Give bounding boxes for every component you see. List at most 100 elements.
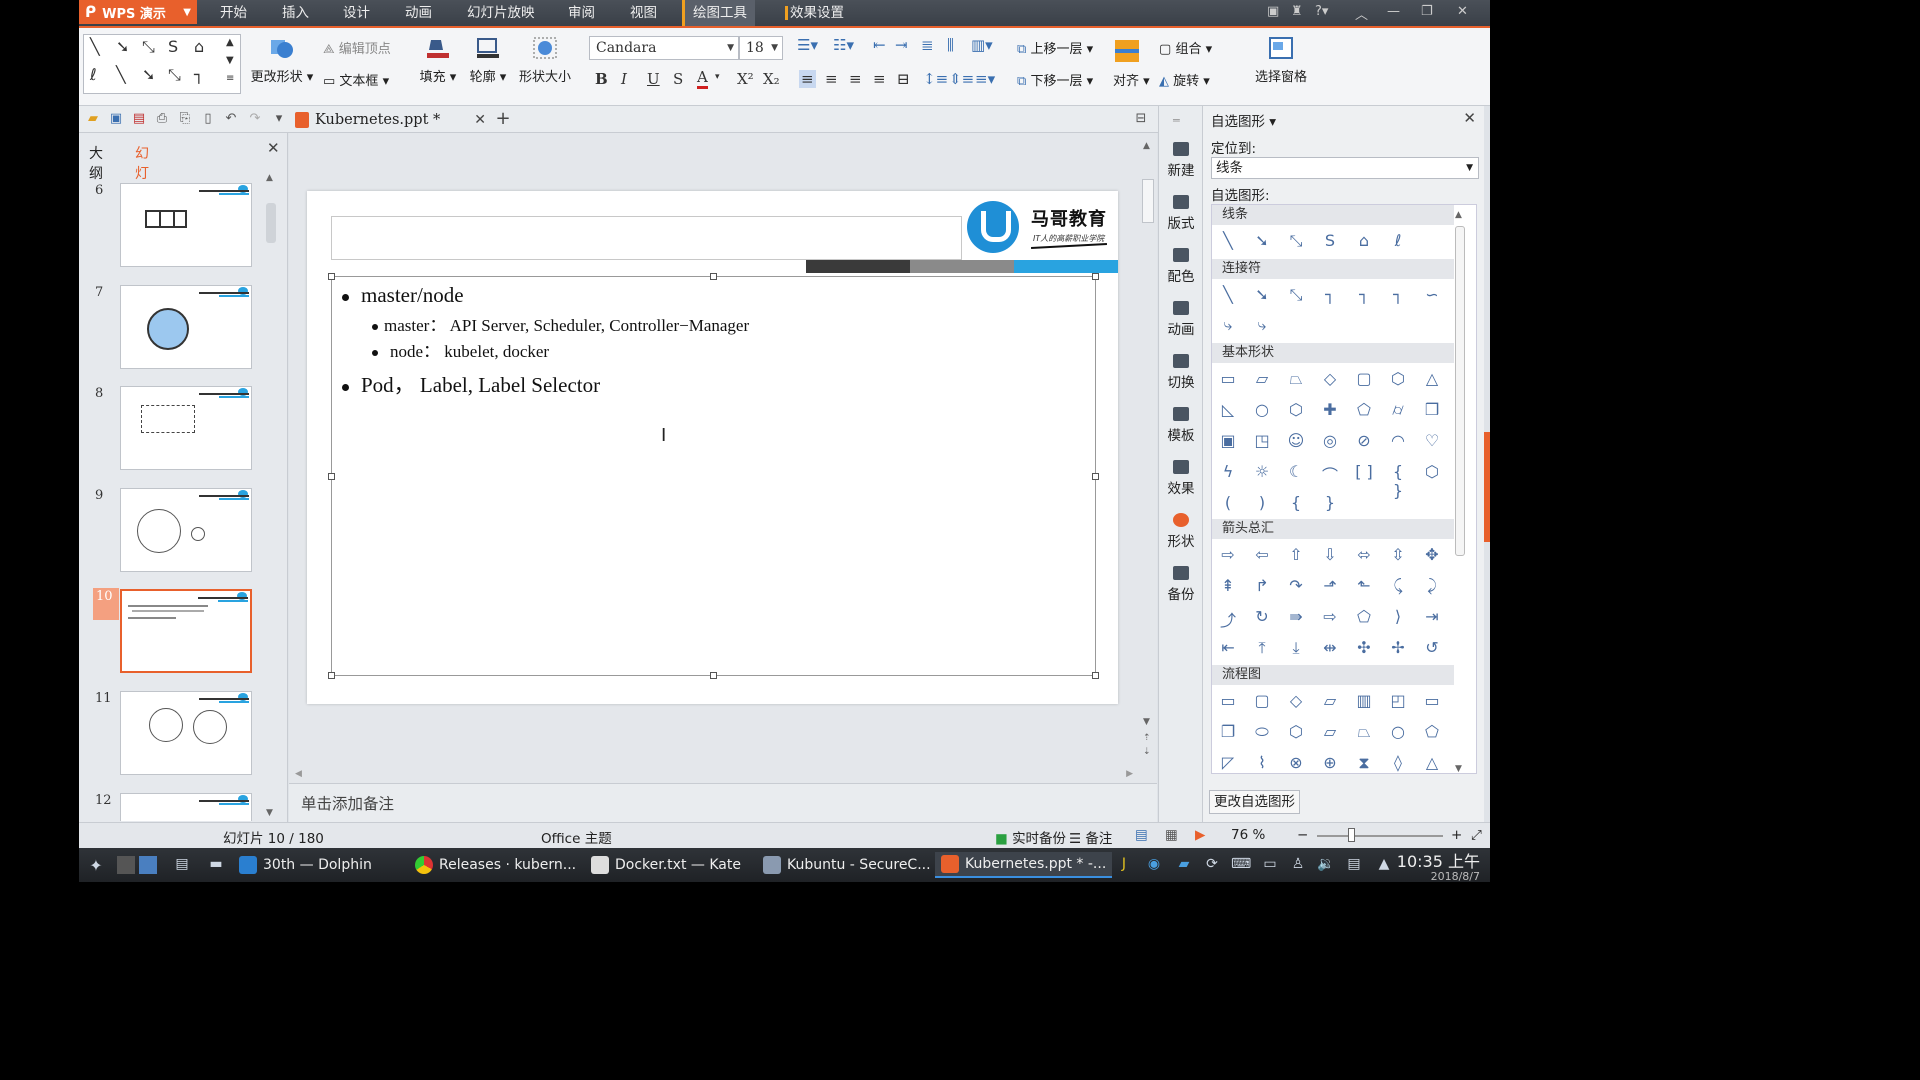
menu-drawing-tools[interactable]: 绘图工具 <box>682 0 755 26</box>
decrease-indent-icon[interactable]: ⇤ <box>873 36 886 54</box>
resize-handle[interactable] <box>710 273 717 280</box>
scroll-thumb[interactable] <box>1142 179 1154 223</box>
shapes-scrollbar[interactable]: ▲ ▼ <box>1453 206 1467 774</box>
prev-slide-icon[interactable]: ⇡ <box>1143 733 1151 743</box>
user-tray-icon[interactable]: ♙ <box>1289 856 1307 874</box>
align-right-icon[interactable]: ≡ <box>849 70 862 88</box>
striped-right-arrow-icon[interactable]: ⇛ <box>1284 607 1308 626</box>
volume-tray-icon[interactable]: 🔉 <box>1317 856 1335 874</box>
straight-connector-icon[interactable]: ╲ <box>1216 285 1240 304</box>
gallery-up-icon[interactable]: ▲ <box>226 37 234 48</box>
bullet-item[interactable]: master/node <box>342 283 464 308</box>
flow-alt-process-icon[interactable]: ▢ <box>1250 691 1274 710</box>
left-callout-icon[interactable]: ⇤ <box>1216 638 1240 657</box>
arc-icon[interactable]: ◠ <box>1386 431 1410 450</box>
clock[interactable]: 10:35 上午 2018/8/7 <box>1397 848 1480 882</box>
bring-forward-button[interactable]: ⧉ 上移一层 ▾ <box>1017 38 1093 57</box>
flow-data-icon[interactable]: ▱ <box>1318 691 1342 710</box>
resize-handle[interactable] <box>1092 473 1099 480</box>
align-center-icon[interactable]: ≡ <box>825 70 838 88</box>
increase-indent-icon[interactable]: ⇥ <box>895 36 908 54</box>
flow-punched-tape-icon[interactable]: ⌇ <box>1250 753 1274 772</box>
zoom-in-icon[interactable]: + <box>1451 827 1462 843</box>
slide-thumbnail[interactable] <box>120 183 252 267</box>
tray-expand-icon[interactable]: ▲ <box>1375 856 1393 874</box>
flow-decision-icon[interactable]: ◇ <box>1284 691 1308 710</box>
redo-icon[interactable]: ↷ <box>247 111 263 127</box>
scroll-right-icon[interactable]: ▶ <box>1126 769 1133 779</box>
network-tray-icon[interactable]: ▭ <box>1261 856 1279 874</box>
open-folder-icon[interactable]: ▰ <box>85 111 101 127</box>
curved-right-arrow-icon[interactable]: ⤹ <box>1386 576 1410 596</box>
shadow-button[interactable]: S <box>673 70 683 88</box>
line-icon[interactable]: ╲ <box>1216 231 1240 250</box>
task-securecrt[interactable]: Kubuntu - SecureC... <box>763 852 931 878</box>
menu-insert[interactable]: 插入 <box>282 0 309 26</box>
font-size-select[interactable]: 18 ▼ <box>739 36 783 60</box>
panel-toggle-icon[interactable]: ⊟ <box>1133 111 1149 127</box>
subscript-button[interactable]: X₂ <box>763 70 780 88</box>
notes-pane[interactable]: 单击添加备注 <box>289 783 1157 822</box>
spacing-options-icon[interactable]: ≡▾ <box>975 70 995 88</box>
left-right-callout-icon[interactable]: ⇹ <box>1318 638 1342 657</box>
menu-design[interactable]: 设计 <box>343 0 370 26</box>
left-bracket-icon[interactable]: ( <box>1216 493 1240 512</box>
curved-down-arrow-icon[interactable]: ↻ <box>1250 607 1274 626</box>
resize-handle[interactable] <box>328 473 335 480</box>
flow-multidocument-icon[interactable]: ❐ <box>1216 722 1240 741</box>
flow-summing-junction-icon[interactable]: ⊗ <box>1284 753 1308 772</box>
change-autoshape-button[interactable]: 更改自选图形 <box>1209 790 1300 814</box>
new-tab-icon[interactable]: + <box>495 110 511 128</box>
task-dolphin[interactable]: 30th — Dolphin <box>239 852 372 878</box>
selection-pane-button[interactable]: 选择窗格 <box>1249 36 1313 85</box>
canvas-hscrollbar[interactable]: ◀ ▶ <box>289 769 1139 781</box>
zoom-level[interactable]: 76 % <box>1231 827 1265 843</box>
line-spacing-icon[interactable]: ↕≡ <box>923 70 948 88</box>
group-button[interactable]: ▢ 组合 ▾ <box>1159 38 1212 57</box>
connector-double-icon[interactable]: ⤡ <box>168 65 181 85</box>
quad-arrow-icon[interactable]: ✥ <box>1420 545 1444 564</box>
outline-button[interactable]: 轮廓 ▾ <box>465 36 511 85</box>
show-desktop-icon[interactable]: ▬ <box>207 856 225 874</box>
minimize-icon[interactable]: — <box>1387 4 1400 19</box>
flow-predefined-icon[interactable]: ▥ <box>1352 691 1376 710</box>
flow-manual-operation-icon[interactable]: ⏢ <box>1352 722 1376 742</box>
flow-collate-icon[interactable]: ⧗ <box>1352 753 1376 773</box>
font-color-button[interactable]: A <box>697 68 708 89</box>
collapse-icon[interactable]: ︿ <box>1355 4 1368 23</box>
curved-left-arrow-icon[interactable]: ⤸ <box>1420 576 1444 596</box>
flow-manual-input-icon[interactable]: ⏥ <box>1318 722 1342 741</box>
curve-icon[interactable]: S <box>1318 231 1342 250</box>
scroll-up-icon[interactable]: ▲ <box>1455 210 1462 220</box>
trapezoid-icon[interactable]: ⏢ <box>1284 369 1308 389</box>
side-layout-button[interactable]: 版式 <box>1159 195 1203 232</box>
bullet-item[interactable]: master： API Server, Scheduler, Controlle… <box>372 311 749 336</box>
skin-icon[interactable]: ▣ <box>1267 4 1279 19</box>
arrange-icon[interactable] <box>1115 40 1139 62</box>
curved-double-connector-icon[interactable]: ⤷ <box>1250 315 1274 335</box>
down-callout-icon[interactable]: ⤓ <box>1284 638 1308 658</box>
resize-handle[interactable] <box>710 672 717 679</box>
numbered-list-icon[interactable]: ☷▾ <box>833 36 854 54</box>
cross-icon[interactable]: ✚ <box>1318 400 1342 419</box>
elbow-connector-icon[interactable]: ┐ <box>194 65 204 84</box>
notes-toggle-button[interactable]: ☰ 备注 <box>1069 827 1112 847</box>
side-color-button[interactable]: 配色 <box>1159 248 1203 285</box>
close-icon[interactable]: ✕ <box>1463 109 1476 127</box>
left-brace-icon[interactable]: { <box>1284 493 1308 512</box>
connector-arrow-icon[interactable]: ➘ <box>142 65 155 84</box>
resize-handle[interactable] <box>328 672 335 679</box>
side-animation-button[interactable]: 动画 <box>1159 301 1203 338</box>
slide-thumbnail-selected[interactable] <box>120 589 252 673</box>
pentagon-arrow-icon[interactable]: ⬠ <box>1352 607 1376 626</box>
bullet-item[interactable]: node： kubelet, docker <box>372 337 549 362</box>
plaque-icon[interactable]: ⬡ <box>1420 462 1444 481</box>
launcher-icon[interactable]: ✦ <box>87 856 105 875</box>
donut-icon[interactable]: ◎ <box>1318 431 1342 450</box>
scroll-thumb[interactable] <box>266 203 276 243</box>
rectangle-icon[interactable]: ▭ <box>1216 369 1240 388</box>
panel-title[interactable]: 自选图形 ▾ <box>1211 110 1276 130</box>
left-up-arrow-icon[interactable]: ⬏ <box>1318 576 1342 595</box>
down-arrow-icon[interactable]: ⇩ <box>1318 545 1342 564</box>
document-tab[interactable]: Kubernetes.ppt * ✕ <box>291 106 486 133</box>
